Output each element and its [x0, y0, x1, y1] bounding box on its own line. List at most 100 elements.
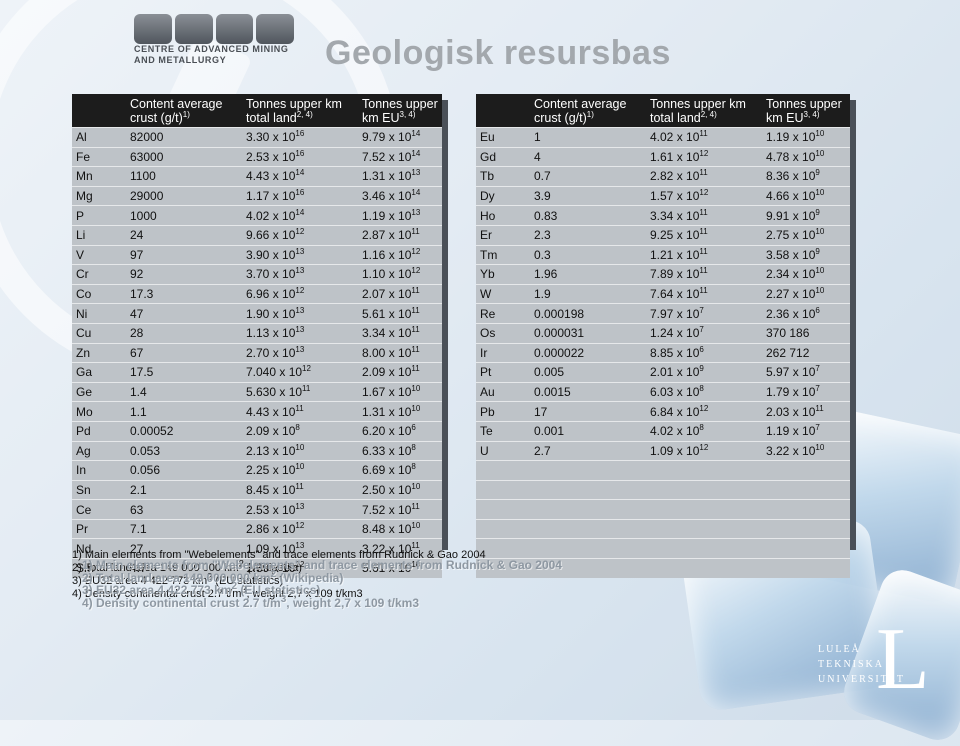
tonnes-eu: 6.20 x 106 [358, 420, 442, 441]
tonnes-total-land: 9.66 x 1012 [242, 224, 358, 246]
tonnes-eu: 3.58 x 109 [762, 244, 850, 265]
table-row: Sn 2.1 8.45 x 1011 2.50 x 1010 [72, 479, 442, 500]
exponent: 14 [295, 207, 305, 217]
element-symbol: Ce [72, 499, 126, 520]
tonnes-eu: 2.34 x 1010 [762, 264, 850, 285]
exponent: 13 [295, 325, 305, 335]
left-table-container: Content average crust (g/t)1) Tonnes uppe… [72, 94, 448, 578]
content-average: 17.3 [126, 283, 242, 304]
exponent: 7 [815, 364, 820, 374]
table-row: Ga 17.5 7.040 x 1012 2.09 x 1011 [72, 362, 442, 383]
table-row: Ge 1.4 5.630 x 1011 1.67 x 1010 [72, 381, 442, 402]
content-average: 97 [126, 244, 242, 265]
element-symbol: Au [476, 381, 530, 402]
table-row: Al 82000 3.30 x 1016 9.79 x 1014 [72, 127, 442, 148]
exponent: 13 [295, 246, 305, 256]
content-average: 2.7 [530, 440, 646, 461]
element-symbol: Co [72, 283, 126, 304]
content-average: 1100 [126, 166, 242, 187]
element-symbol: P [72, 205, 126, 226]
tonnes-eu: 1.31 x 1013 [358, 166, 442, 187]
tonnes-total-land: 1.21 x 1011 [646, 244, 762, 265]
table-row: Pt 0.005 2.01 x 109 5.97 x 107 [476, 362, 850, 383]
tonnes-eu: 9.79 x 1014 [358, 127, 442, 148]
footnote-sup: 3 [280, 593, 287, 605]
column-header [476, 94, 530, 128]
tonnes-total-land [646, 518, 762, 539]
header-footnote-ref: 3, 4) [399, 109, 416, 119]
element-symbol: Gd [476, 146, 530, 167]
tonnes-total-land: 1.61 x 1012 [646, 146, 762, 167]
element-symbol: In [72, 460, 126, 481]
tonnes-total-land [646, 479, 762, 500]
table-row: Re 0.000198 7.97 x 107 2.36 x 106 [476, 303, 850, 324]
table-row: Fe 63000 2.53 x 1016 7.52 x 1014 [72, 146, 442, 167]
exponent: 12 [699, 442, 709, 452]
exponent: 11 [411, 364, 420, 374]
tonnes-eu [762, 499, 850, 520]
content-average: 1.1 [126, 401, 242, 422]
tonnes-eu: 6.33 x 108 [358, 440, 442, 461]
tonnes-eu: 262 712 [762, 342, 850, 363]
content-average: 0.3 [530, 244, 646, 265]
element-symbol: Cr [72, 264, 126, 285]
tonnes-total-land: 3.34 x 1011 [646, 205, 762, 226]
tonnes-total-land: 2.53 x 1016 [242, 146, 358, 167]
tonnes-eu [762, 518, 850, 539]
tonnes-total-land: 4.02 x 108 [646, 420, 762, 441]
tonnes-total-land: 1.57 x 1012 [646, 185, 762, 206]
tonnes-total-land [646, 499, 762, 520]
tonnes-eu: 8.48 x 1010 [358, 518, 442, 539]
tonnes-total-land: 3.70 x 1013 [242, 264, 358, 285]
table-row: Ni 47 1.90 x 1013 5.61 x 1011 [72, 303, 442, 324]
exponent: 13 [295, 266, 305, 276]
content-average [530, 499, 646, 520]
exponent: 14 [295, 168, 305, 178]
table-row [476, 460, 850, 481]
page-title: Geologisk resursbas [325, 34, 671, 72]
element-symbol: Al [72, 127, 126, 148]
exponent: 12 [302, 364, 311, 374]
table-row: Ag 0.053 2.13 x 1010 6.33 x 108 [72, 440, 442, 461]
table-row: Pd 0.00052 2.09 x 108 6.20 x 106 [72, 420, 442, 441]
footnote-sup: 2 [231, 581, 238, 592]
column-header: Tonnes upper km total land2, 4) [246, 97, 342, 125]
camm-logo: CENTRE OF ADVANCED MINING AND METALLURGY [134, 14, 294, 66]
content-average: 92 [126, 264, 242, 285]
element-symbol: Yb [476, 264, 530, 285]
element-symbol: Te [476, 420, 530, 441]
tonnes-total-land: 4.43 x 1011 [242, 401, 358, 422]
tonnes-eu: 2.03 x 1011 [762, 401, 850, 422]
ltu-logo: LULEÅ TEKNISKA UNIVERSITET L [818, 616, 938, 706]
exponent: 6 [699, 344, 704, 354]
table-row: Ir 0.000022 8.85 x 106 262 712 [476, 342, 850, 363]
tonnes-eu [762, 558, 850, 578]
tonnes-eu: 8.00 x 1011 [358, 342, 442, 363]
tonnes-total-land: 4.02 x 1014 [242, 205, 358, 226]
exponent: 8 [699, 423, 704, 433]
footnote-echo-line: 4) Density continental crust 2.7 t/m3, w… [82, 593, 420, 610]
tonnes-eu: 1.79 x 107 [762, 381, 850, 402]
exponent: 11 [699, 246, 708, 256]
tonnes-eu: 5.61 x 1011 [358, 303, 442, 324]
exponent: 11 [302, 384, 311, 394]
element-symbol: Eu [476, 127, 530, 148]
tonnes-eu: 1.19 x 1013 [358, 205, 442, 226]
element-symbol: Mg [72, 185, 126, 206]
footnotes-echo: 1) Main elements from "Webelements" and … [82, 559, 562, 609]
tonnes-total-land: 1.24 x 107 [646, 322, 762, 344]
content-average [530, 460, 646, 481]
tonnes-total-land: 6.84 x 1012 [646, 401, 762, 422]
exponent: 12 [411, 246, 421, 256]
tonnes-total-land: 7.040 x 1012 [242, 362, 358, 383]
tonnes-eu [762, 538, 850, 559]
tonnes-total-land: 2.25 x 1010 [242, 460, 358, 481]
exponent: 7 [815, 384, 820, 394]
element-symbol: Ag [72, 440, 126, 461]
content-average: 0.056 [126, 460, 242, 481]
tonnes-total-land: 6.03 x 108 [646, 381, 762, 402]
content-average [530, 518, 646, 539]
content-average: 0.0015 [530, 381, 646, 402]
table-row: W 1.9 7.64 x 1011 2.27 x 1010 [476, 283, 850, 304]
content-average: 0.005 [530, 362, 646, 383]
